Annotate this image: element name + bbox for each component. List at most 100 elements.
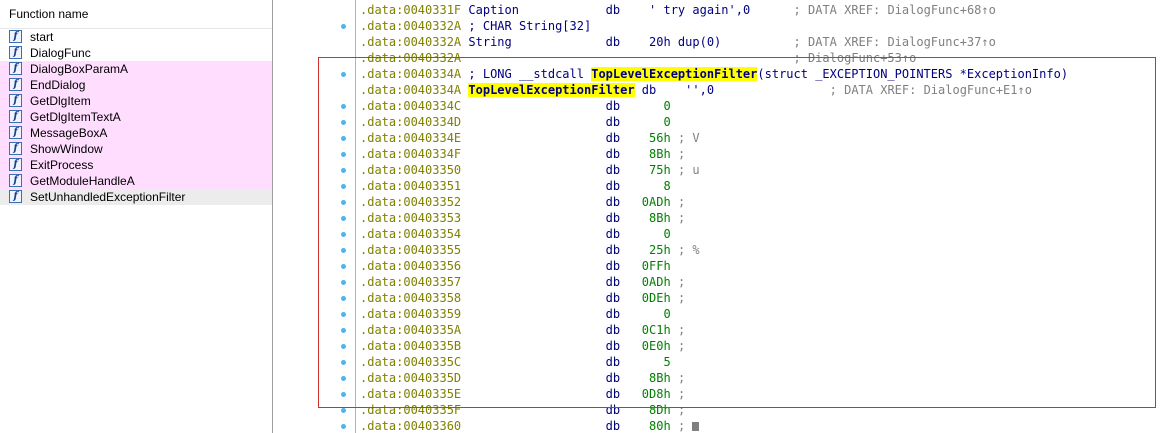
listing-line[interactable]: .data:0040334D db 0: [360, 114, 671, 130]
listing-line[interactable]: .data:0040335A db 0C1h ;: [360, 322, 685, 338]
listing-line[interactable]: .data:0040335F db 8Dh ;: [360, 402, 685, 418]
line-mnemonic: db: [605, 275, 621, 289]
listing-line[interactable]: .data:0040335B db 0E0h ;: [360, 338, 685, 354]
line-address: .data:0040332A: [360, 51, 462, 65]
function-icon: f: [9, 46, 22, 59]
breakpoint-dot[interactable]: [341, 120, 346, 125]
breakpoint-dot[interactable]: [341, 328, 346, 333]
listing-line[interactable]: .data:0040334A ; LONG __stdcall TopLevel…: [360, 66, 1068, 82]
listing-line[interactable]: .data:00403356 db 0FFh: [360, 258, 671, 274]
listing-line[interactable]: .data:00403358 db 0DEh ;: [360, 290, 685, 306]
listing-line[interactable]: .data:00403350 db 75h ; u: [360, 162, 700, 178]
line-text: ; LONG __stdcall: [468, 67, 592, 81]
line-mnemonic: db: [641, 83, 657, 97]
function-row[interactable]: f ShowWindow: [0, 141, 272, 157]
line-operand: 8Bh: [649, 211, 671, 225]
listing-line[interactable]: .data:0040334A TopLevelExceptionFilter d…: [360, 82, 1032, 98]
line-mnemonic: db: [605, 403, 621, 417]
function-row[interactable]: f start: [0, 29, 272, 45]
line-comment: ;: [677, 339, 686, 353]
listing-line[interactable]: .data:00403360 db 80h ;: [360, 418, 700, 433]
listing-line[interactable]: .data:0040331F Caption db ' try again',0…: [360, 2, 996, 18]
breakpoint-dot[interactable]: [341, 216, 346, 221]
highlighted-symbol[interactable]: TopLevelExceptionFilter: [468, 83, 635, 97]
line-address: .data:00403360: [360, 419, 462, 433]
line-operand: 0ADh: [641, 195, 671, 209]
breakpoint-dot[interactable]: [341, 344, 346, 349]
listing-line[interactable]: .data:0040332A String db 20h dup(0) ; DA…: [360, 34, 996, 50]
listing-line[interactable]: .data:00403357 db 0ADh ;: [360, 274, 685, 290]
line-comment: ;: [677, 211, 686, 225]
listing-line[interactable]: .data:0040332A ; DialogFunc+53↑o: [360, 50, 916, 66]
breakpoint-dot[interactable]: [341, 72, 346, 77]
listing-line[interactable]: .data:0040334E db 56h ; V: [360, 130, 700, 146]
breakpoint-dot[interactable]: [341, 248, 346, 253]
function-row[interactable]: f GetModuleHandleA: [0, 173, 272, 189]
function-row[interactable]: f MessageBoxA: [0, 125, 272, 141]
function-row[interactable]: f GetDlgItem: [0, 93, 272, 109]
breakpoint-dot[interactable]: [341, 392, 346, 397]
listing-line[interactable]: .data:00403355 db 25h ; %: [360, 242, 700, 258]
listing-line[interactable]: .data:00403359 db 0: [360, 306, 671, 322]
function-name: ExitProcess: [30, 158, 94, 172]
listing-line[interactable]: .data:00403352 db 0ADh ;: [360, 194, 685, 210]
line-address: .data:00403358: [360, 291, 462, 305]
function-icon: f: [9, 158, 22, 171]
listing-line[interactable]: .data:00403351 db 8: [360, 178, 671, 194]
breakpoint-dot[interactable]: [341, 296, 346, 301]
disassembly-listing[interactable]: .data:0040331F Caption db ' try again',0…: [355, 0, 1172, 433]
function-name: GetDlgItem: [30, 94, 91, 108]
listing-line[interactable]: .data:0040334C db 0: [360, 98, 671, 114]
line-address: .data:0040335C: [360, 355, 462, 369]
function-row[interactable]: f ExitProcess: [0, 157, 272, 173]
listing-line[interactable]: .data:0040334F db 8Bh ;: [360, 146, 685, 162]
line-address: .data:0040335A: [360, 323, 462, 337]
line-mnemonic: db: [605, 371, 621, 385]
functions-panel-header[interactable]: Function name: [0, 0, 272, 29]
breakpoint-dot[interactable]: [341, 312, 346, 317]
breakpoint-dot[interactable]: [341, 24, 346, 29]
line-label[interactable]: String: [468, 35, 511, 49]
line-operand: 56h: [649, 131, 671, 145]
function-row[interactable]: f DialogFunc: [0, 45, 272, 61]
breakpoint-dot[interactable]: [341, 264, 346, 269]
line-address: .data:0040334A: [360, 83, 462, 97]
breakpoint-dot[interactable]: [341, 424, 346, 429]
line-operand: 8Bh: [649, 371, 671, 385]
breakpoint-dot[interactable]: [341, 184, 346, 189]
breakpoint-dot[interactable]: [341, 232, 346, 237]
listing-line[interactable]: .data:00403354 db 0: [360, 226, 671, 242]
line-mnemonic: db: [605, 259, 621, 273]
line-comment: ;: [677, 275, 686, 289]
listing-line[interactable]: .data:0040332A ; CHAR String[32]: [360, 18, 591, 34]
breakpoint-dot[interactable]: [341, 280, 346, 285]
function-row[interactable]: f DialogBoxParamA: [0, 61, 272, 77]
line-operand: 20h dup(0): [649, 35, 722, 49]
breakpoint-dot[interactable]: [341, 408, 346, 413]
function-row[interactable]: f SetUnhandledExceptionFilter: [0, 189, 272, 205]
breakpoint-dot[interactable]: [341, 200, 346, 205]
listing-line[interactable]: .data:0040335E db 0D8h ;: [360, 386, 685, 402]
breakpoint-dot[interactable]: [341, 360, 346, 365]
text-caret: [692, 422, 700, 431]
breakpoint-dot[interactable]: [341, 376, 346, 381]
breakpoint-dot[interactable]: [341, 136, 346, 141]
function-name: SetUnhandledExceptionFilter: [30, 190, 186, 204]
line-label[interactable]: Caption: [468, 3, 519, 17]
function-icon: f: [9, 142, 22, 155]
line-mnemonic: db: [605, 3, 621, 17]
breakpoint-dot[interactable]: [341, 152, 346, 157]
function-icon: f: [9, 190, 22, 203]
function-row[interactable]: f GetDlgItemTextA: [0, 109, 272, 125]
highlighted-symbol[interactable]: TopLevelExceptionFilter: [591, 67, 758, 81]
breakpoint-dot[interactable]: [341, 104, 346, 109]
function-list: f start f DialogFunc f DialogBoxParamA f EndDia…: [0, 29, 272, 205]
listing-line[interactable]: .data:00403353 db 8Bh ;: [360, 210, 685, 226]
breakpoint-dot[interactable]: [341, 168, 346, 173]
line-operand: 0E0h: [641, 339, 671, 353]
listing-line[interactable]: .data:0040335D db 8Bh ;: [360, 370, 685, 386]
function-icon: f: [9, 78, 22, 91]
listing-line[interactable]: .data:0040335C db 5: [360, 354, 671, 370]
line-comment: ; DATA XREF: DialogFunc+68↑o: [793, 3, 996, 17]
function-row[interactable]: f EndDialog: [0, 77, 272, 93]
